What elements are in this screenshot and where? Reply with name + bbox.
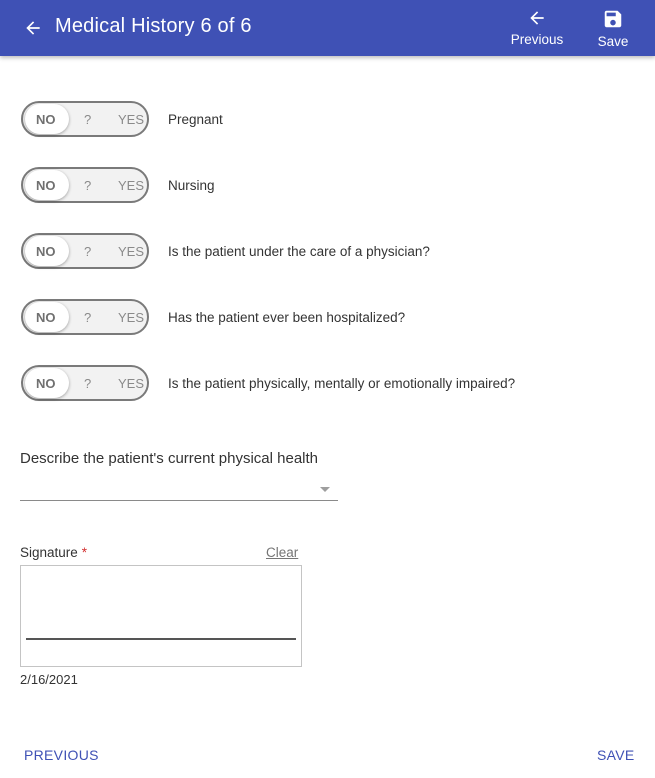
toggle-option-no[interactable]: NO [36, 112, 56, 127]
question-label: Nursing [168, 177, 215, 193]
toggle-option-unknown[interactable]: ? [84, 112, 91, 127]
signature-label-text: Signature [20, 545, 78, 560]
save-action-button[interactable]: Save [590, 8, 636, 49]
page-title: Medical History 6 of 6 [55, 15, 252, 37]
signature-baseline [26, 638, 296, 640]
previous-button[interactable]: PREVIOUS [24, 747, 99, 763]
previous-action-button[interactable]: Previous [508, 8, 566, 47]
question-row-pregnant: NO ? YES Pregnant [21, 99, 223, 139]
physical-health-select[interactable] [20, 478, 338, 501]
toggle-option-unknown[interactable]: ? [84, 310, 91, 325]
question-label: Is the patient under the care of a physi… [168, 243, 430, 259]
toggle-option-yes[interactable]: YES [118, 244, 144, 259]
toggle-option-unknown[interactable]: ? [84, 376, 91, 391]
save-action-label: Save [597, 34, 629, 49]
toggle-option-yes[interactable]: YES [118, 178, 144, 193]
toggle-option-unknown[interactable]: ? [84, 244, 91, 259]
tri-state-toggle[interactable]: NO ? YES [21, 101, 149, 137]
toggle-option-no[interactable]: NO [36, 310, 56, 325]
question-label: Is the patient physically, mentally or e… [168, 375, 516, 391]
clear-signature-link[interactable]: Clear [266, 545, 298, 560]
toggle-option-no[interactable]: NO [36, 376, 56, 391]
toggle-option-yes[interactable]: YES [118, 112, 144, 127]
back-button[interactable] [20, 14, 46, 42]
physical-health-label: Describe the patient's current physical … [20, 450, 319, 467]
tri-state-toggle[interactable]: NO ? YES [21, 299, 149, 335]
toggle-option-no[interactable]: NO [36, 178, 56, 193]
toggle-option-yes[interactable]: YES [118, 376, 144, 391]
signature-pad[interactable] [20, 565, 302, 667]
tri-state-toggle[interactable]: NO ? YES [21, 365, 149, 401]
arrow-back-icon [26, 21, 40, 35]
arrow-back-icon [530, 11, 544, 25]
required-marker: * [81, 545, 88, 560]
dropdown-caret-icon [320, 487, 330, 492]
save-icon [604, 10, 622, 28]
tri-state-toggle[interactable]: NO ? YES [21, 167, 149, 203]
signature-date: 2/16/2021 [20, 672, 78, 687]
app-bar: Medical History 6 of 6 Previous Save [0, 0, 655, 56]
question-row-hospitalized: NO ? YES Has the patient ever been hospi… [21, 297, 405, 337]
tri-state-toggle[interactable]: NO ? YES [21, 233, 149, 269]
question-label: Has the patient ever been hospitalized? [168, 309, 406, 325]
question-row-physician-care: NO ? YES Is the patient under the care o… [21, 231, 430, 271]
toggle-option-yes[interactable]: YES [118, 310, 144, 325]
signature-label: Signature * [20, 545, 87, 560]
previous-action-label: Previous [510, 32, 564, 47]
question-row-impaired: NO ? YES Is the patient physically, ment… [21, 363, 515, 403]
question-row-nursing: NO ? YES Nursing [21, 165, 215, 205]
toggle-option-no[interactable]: NO [36, 244, 56, 259]
question-label: Pregnant [168, 111, 223, 127]
toggle-option-unknown[interactable]: ? [84, 178, 91, 193]
save-button[interactable]: SAVE [597, 747, 635, 763]
